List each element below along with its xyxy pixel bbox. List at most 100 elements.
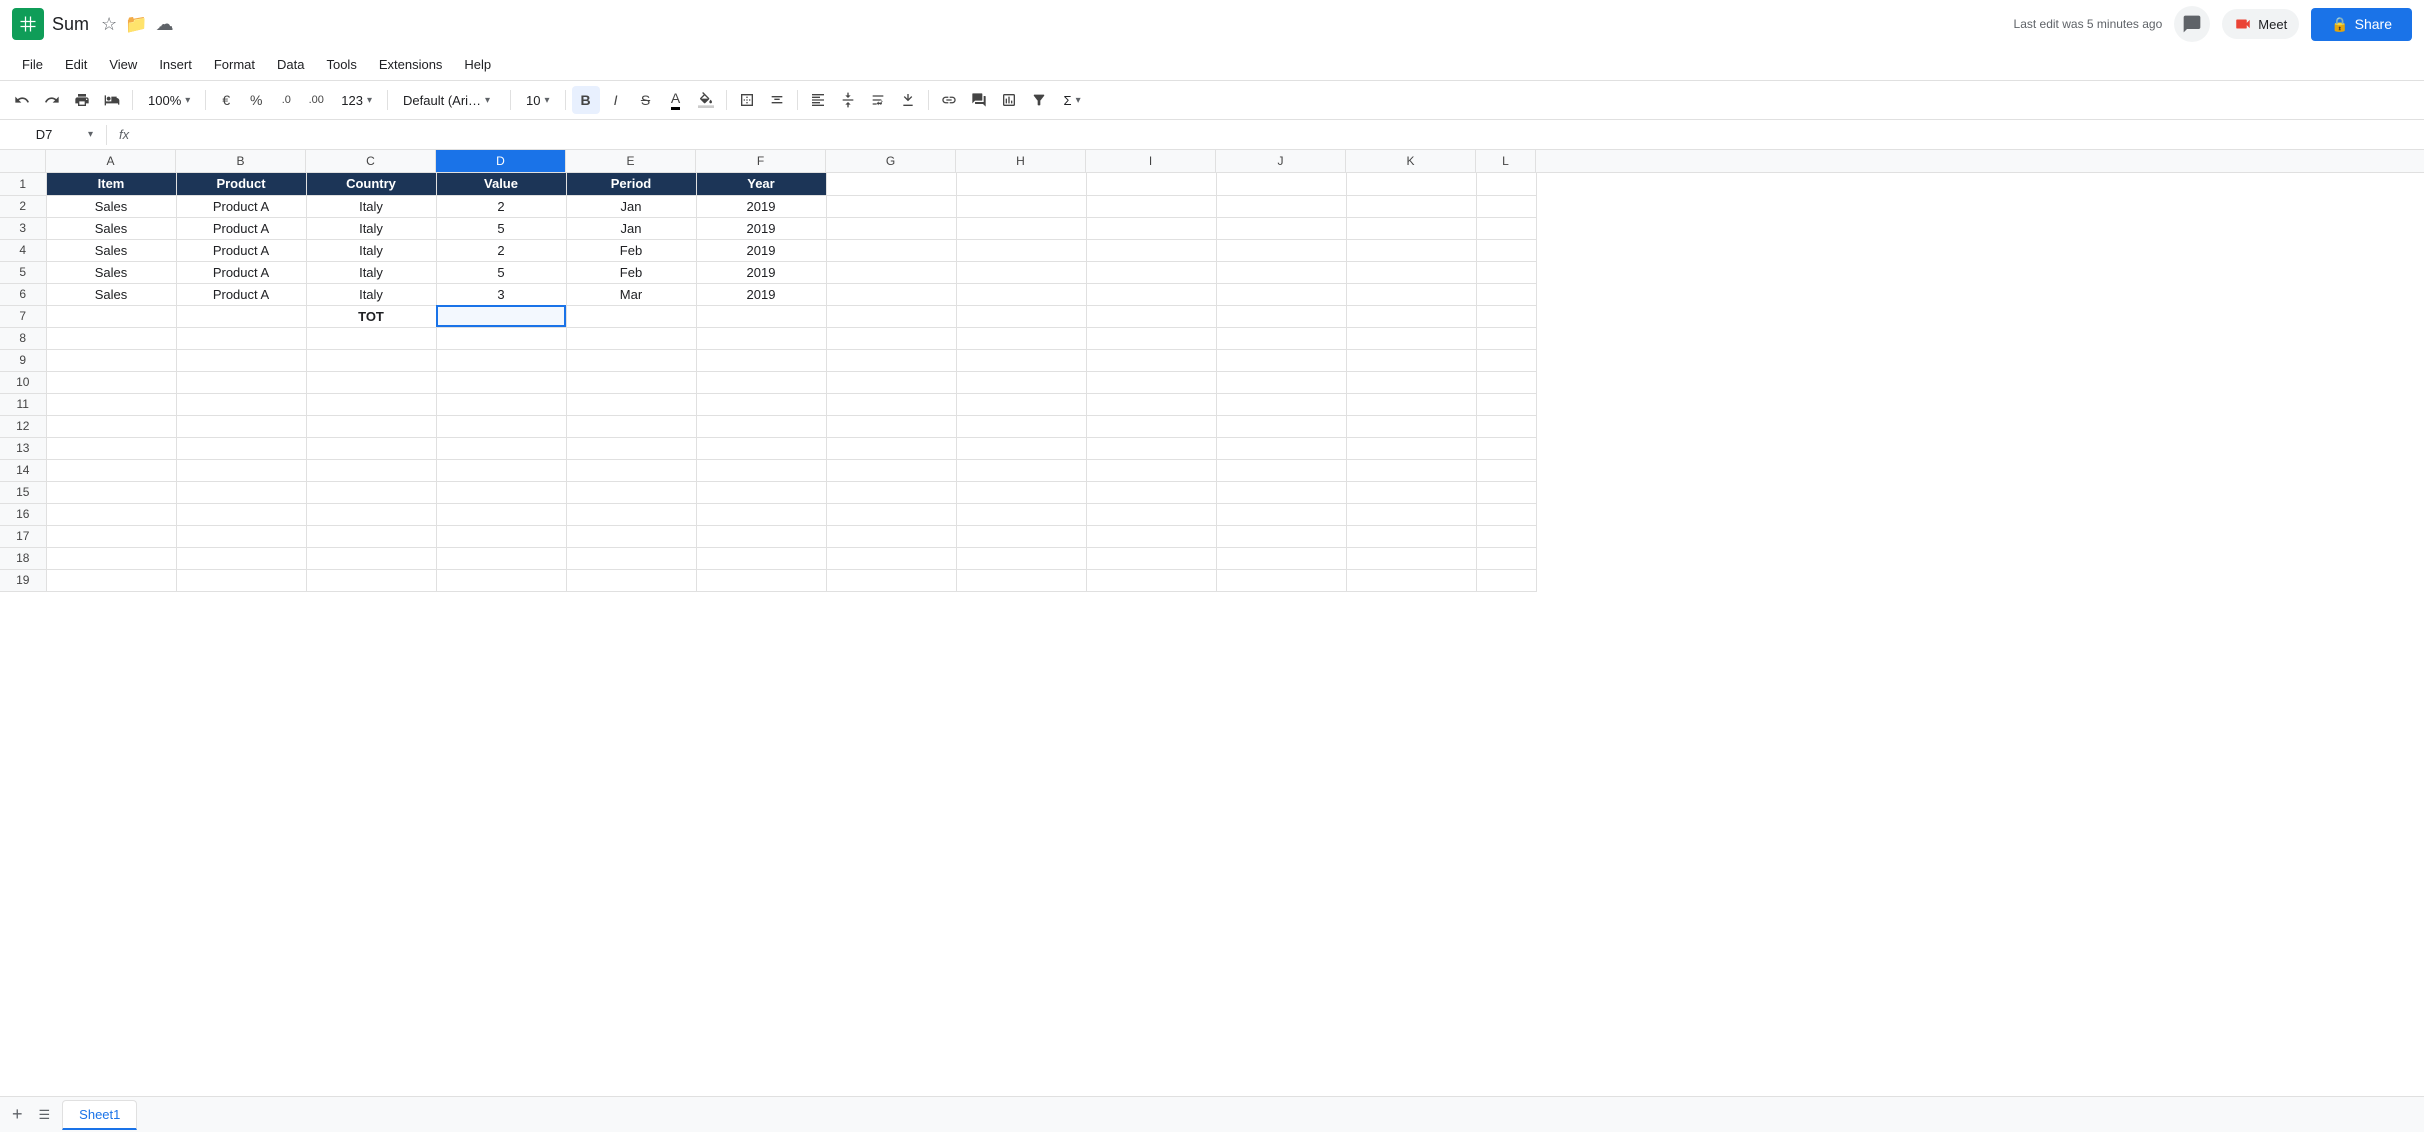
decimal-inc-button[interactable]: .00 [302, 86, 330, 114]
col-header-b[interactable]: B [176, 150, 306, 172]
cell-5e[interactable]: Feb [566, 261, 696, 283]
cell-6k[interactable] [1346, 283, 1476, 305]
cell-3g[interactable] [826, 217, 956, 239]
menu-view[interactable]: View [99, 53, 147, 76]
cell-4i[interactable] [1086, 239, 1216, 261]
cell-7a[interactable] [46, 305, 176, 327]
chart-button[interactable] [995, 86, 1023, 114]
cell-4g[interactable] [826, 239, 956, 261]
cell-4b[interactable]: Product A [176, 239, 306, 261]
row-num-3[interactable]: 3 [0, 217, 46, 239]
cell-2c[interactable]: Italy [306, 195, 436, 217]
col-header-g[interactable]: G [826, 150, 956, 172]
cell-2i[interactable] [1086, 195, 1216, 217]
col-header-c[interactable]: C [306, 150, 436, 172]
col-header-l[interactable]: L [1476, 150, 1536, 172]
cell-3k[interactable] [1346, 217, 1476, 239]
cell-3j[interactable] [1216, 217, 1346, 239]
cell-4l[interactable] [1476, 239, 1536, 261]
percent-button[interactable]: % [242, 86, 270, 114]
menu-help[interactable]: Help [454, 53, 501, 76]
cell-4h[interactable] [956, 239, 1086, 261]
cell-7e[interactable] [566, 305, 696, 327]
header-value[interactable]: Value [436, 173, 566, 195]
cell-3b[interactable]: Product A [176, 217, 306, 239]
col-header-i[interactable]: I [1086, 150, 1216, 172]
cell-7l[interactable] [1476, 305, 1536, 327]
print-button[interactable] [68, 86, 96, 114]
cell-reference-input[interactable]: D7 [8, 127, 80, 142]
cell-6c[interactable]: Italy [306, 283, 436, 305]
row-num-5[interactable]: 5 [0, 261, 46, 283]
cell-2j[interactable] [1216, 195, 1346, 217]
row-num-4[interactable]: 4 [0, 239, 46, 261]
header-country[interactable]: Country [306, 173, 436, 195]
cell-5l[interactable] [1476, 261, 1536, 283]
sheet-tab-sheet1[interactable]: Sheet1 [62, 1100, 137, 1130]
cell-3e[interactable]: Jan [566, 217, 696, 239]
comment-button[interactable] [2174, 6, 2210, 42]
cell-1g[interactable] [826, 173, 956, 195]
filter-button[interactable] [1025, 86, 1053, 114]
cell-2f[interactable]: 2019 [696, 195, 826, 217]
header-period[interactable]: Period [566, 173, 696, 195]
cell-1k[interactable] [1346, 173, 1476, 195]
cell-5g[interactable] [826, 261, 956, 283]
comment-add-button[interactable] [965, 86, 993, 114]
cell-6i[interactable] [1086, 283, 1216, 305]
cell-1j[interactable] [1216, 173, 1346, 195]
cell-2d[interactable]: 2 [436, 195, 566, 217]
row-num-7[interactable]: 7 [0, 305, 46, 327]
link-button[interactable] [935, 86, 963, 114]
cell-2a[interactable]: Sales [46, 195, 176, 217]
cell-ref-dropdown[interactable]: ▾ [88, 129, 98, 140]
cell-6j[interactable] [1216, 283, 1346, 305]
cell-3i[interactable] [1086, 217, 1216, 239]
doc-title[interactable]: Sum [52, 14, 89, 35]
cell-3l[interactable] [1476, 217, 1536, 239]
cell-5b[interactable]: Product A [176, 261, 306, 283]
cell-4c[interactable]: Italy [306, 239, 436, 261]
zoom-dropdown[interactable]: 100% ▾ [139, 90, 199, 111]
share-button[interactable]: 🔒 Share [2311, 8, 2412, 41]
cell-1h[interactable] [956, 173, 1086, 195]
italic-button[interactable]: I [602, 86, 630, 114]
col-header-k[interactable]: K [1346, 150, 1476, 172]
menu-format[interactable]: Format [204, 53, 265, 76]
text-rotate-button[interactable] [894, 86, 922, 114]
menu-extensions[interactable]: Extensions [369, 53, 453, 76]
cell-7f[interactable] [696, 305, 826, 327]
cell-7i[interactable] [1086, 305, 1216, 327]
cell-3d[interactable]: 5 [436, 217, 566, 239]
col-header-h[interactable]: H [956, 150, 1086, 172]
cell-5a[interactable]: Sales [46, 261, 176, 283]
cell-3f[interactable]: 2019 [696, 217, 826, 239]
font-family-dropdown[interactable]: Default (Ari… ▾ [394, 90, 504, 111]
euro-button[interactable]: € [212, 86, 240, 114]
col-header-f[interactable]: F [696, 150, 826, 172]
cell-7j[interactable] [1216, 305, 1346, 327]
fill-color-button[interactable] [692, 86, 720, 114]
menu-data[interactable]: Data [267, 53, 314, 76]
merge-button[interactable] [763, 86, 791, 114]
text-color-button[interactable]: A [662, 86, 690, 114]
cell-2b[interactable]: Product A [176, 195, 306, 217]
col-header-d[interactable]: D [436, 150, 566, 172]
star-icon[interactable]: ☆ [101, 14, 117, 35]
redo-button[interactable] [38, 86, 66, 114]
cell-4e[interactable]: Feb [566, 239, 696, 261]
cell-2l[interactable] [1476, 195, 1536, 217]
cell-7k[interactable] [1346, 305, 1476, 327]
cell-6d[interactable]: 3 [436, 283, 566, 305]
font-size-dropdown[interactable]: 10 ▾ [517, 90, 559, 111]
cell-2k[interactable] [1346, 195, 1476, 217]
col-header-a[interactable]: A [46, 150, 176, 172]
header-item[interactable]: Item [46, 173, 176, 195]
cell-5f[interactable]: 2019 [696, 261, 826, 283]
align-v-button[interactable] [834, 86, 862, 114]
cell-6a[interactable]: Sales [46, 283, 176, 305]
strikethrough-button[interactable]: S [632, 86, 660, 114]
cell-4d[interactable]: 2 [436, 239, 566, 261]
cell-6g[interactable] [826, 283, 956, 305]
header-product[interactable]: Product [176, 173, 306, 195]
